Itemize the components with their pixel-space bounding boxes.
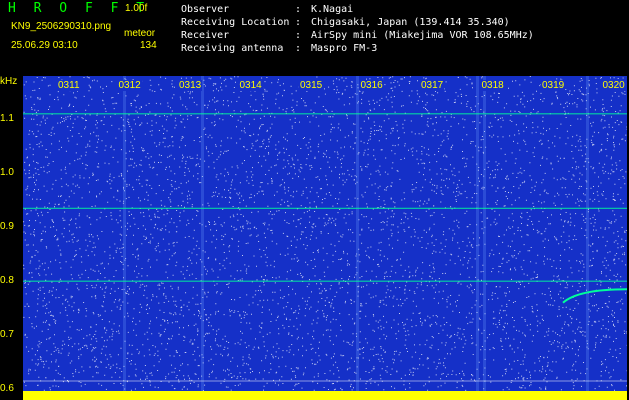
vertical-stripe-0 [123, 76, 126, 400]
x-tick-label: 0313 [178, 80, 203, 91]
vertical-stripe-1 [201, 76, 204, 400]
y-tick-label: 0.7 [0, 329, 14, 341]
station-info: Observer: K.Nagai Receiving Location: Chig… [181, 3, 534, 55]
y-tick-label: 1.1 [0, 113, 14, 125]
x-tick-label: 0311 [57, 80, 81, 91]
vertical-stripe-5 [586, 76, 589, 400]
filename-label: KN9_2506290310.png [11, 21, 112, 32]
x-tick-label: 0320 [601, 80, 626, 91]
x-tick-label: 0318 [480, 80, 505, 91]
noise-speckle [23, 76, 627, 391]
vertical-stripe-4 [483, 76, 486, 400]
meteor-trace [562, 288, 627, 304]
spectrogram-plot [23, 76, 627, 400]
count-label: 134 [140, 40, 157, 51]
spectrogram-svg [23, 76, 627, 400]
x-tick-label: 0312 [117, 80, 142, 91]
x-tick-label: 0319 [541, 80, 566, 91]
mode-label: meteor [124, 28, 156, 39]
y-unit-label: kHz [0, 76, 18, 87]
vertical-stripe-3 [476, 76, 479, 400]
info-row-receiver: Receiver: AirSpy mini (Miakejima VOR 108.… [181, 30, 534, 41]
x-tick-label: 0315 [299, 80, 324, 91]
x-tick-label: 0314 [238, 80, 263, 91]
y-tick-label: 0.9 [0, 221, 14, 233]
app-version: 1.00f [125, 3, 148, 14]
info-row-observer: Observer: K.Nagai [181, 4, 354, 15]
x-tick-label: 0316 [359, 80, 384, 91]
info-row-location: Receiving Location: Chigasaki, Japan (139… [181, 17, 510, 28]
vertical-stripe-2 [356, 76, 359, 400]
datetime-label: 25.06.29 03:10 [11, 40, 78, 51]
y-tick-label: 0.8 [0, 275, 14, 287]
bottom-band [23, 391, 627, 400]
info-row-antenna: Receiving antenna: Maspro FM-3 [181, 43, 378, 54]
x-tick-label: 0317 [420, 80, 445, 91]
y-tick-label: 1.0 [0, 167, 14, 179]
y-tick-label: 0.6 [0, 383, 14, 395]
header-bar: H R O F F T 1.00f KN9_2506290310.png met… [0, 0, 629, 76]
